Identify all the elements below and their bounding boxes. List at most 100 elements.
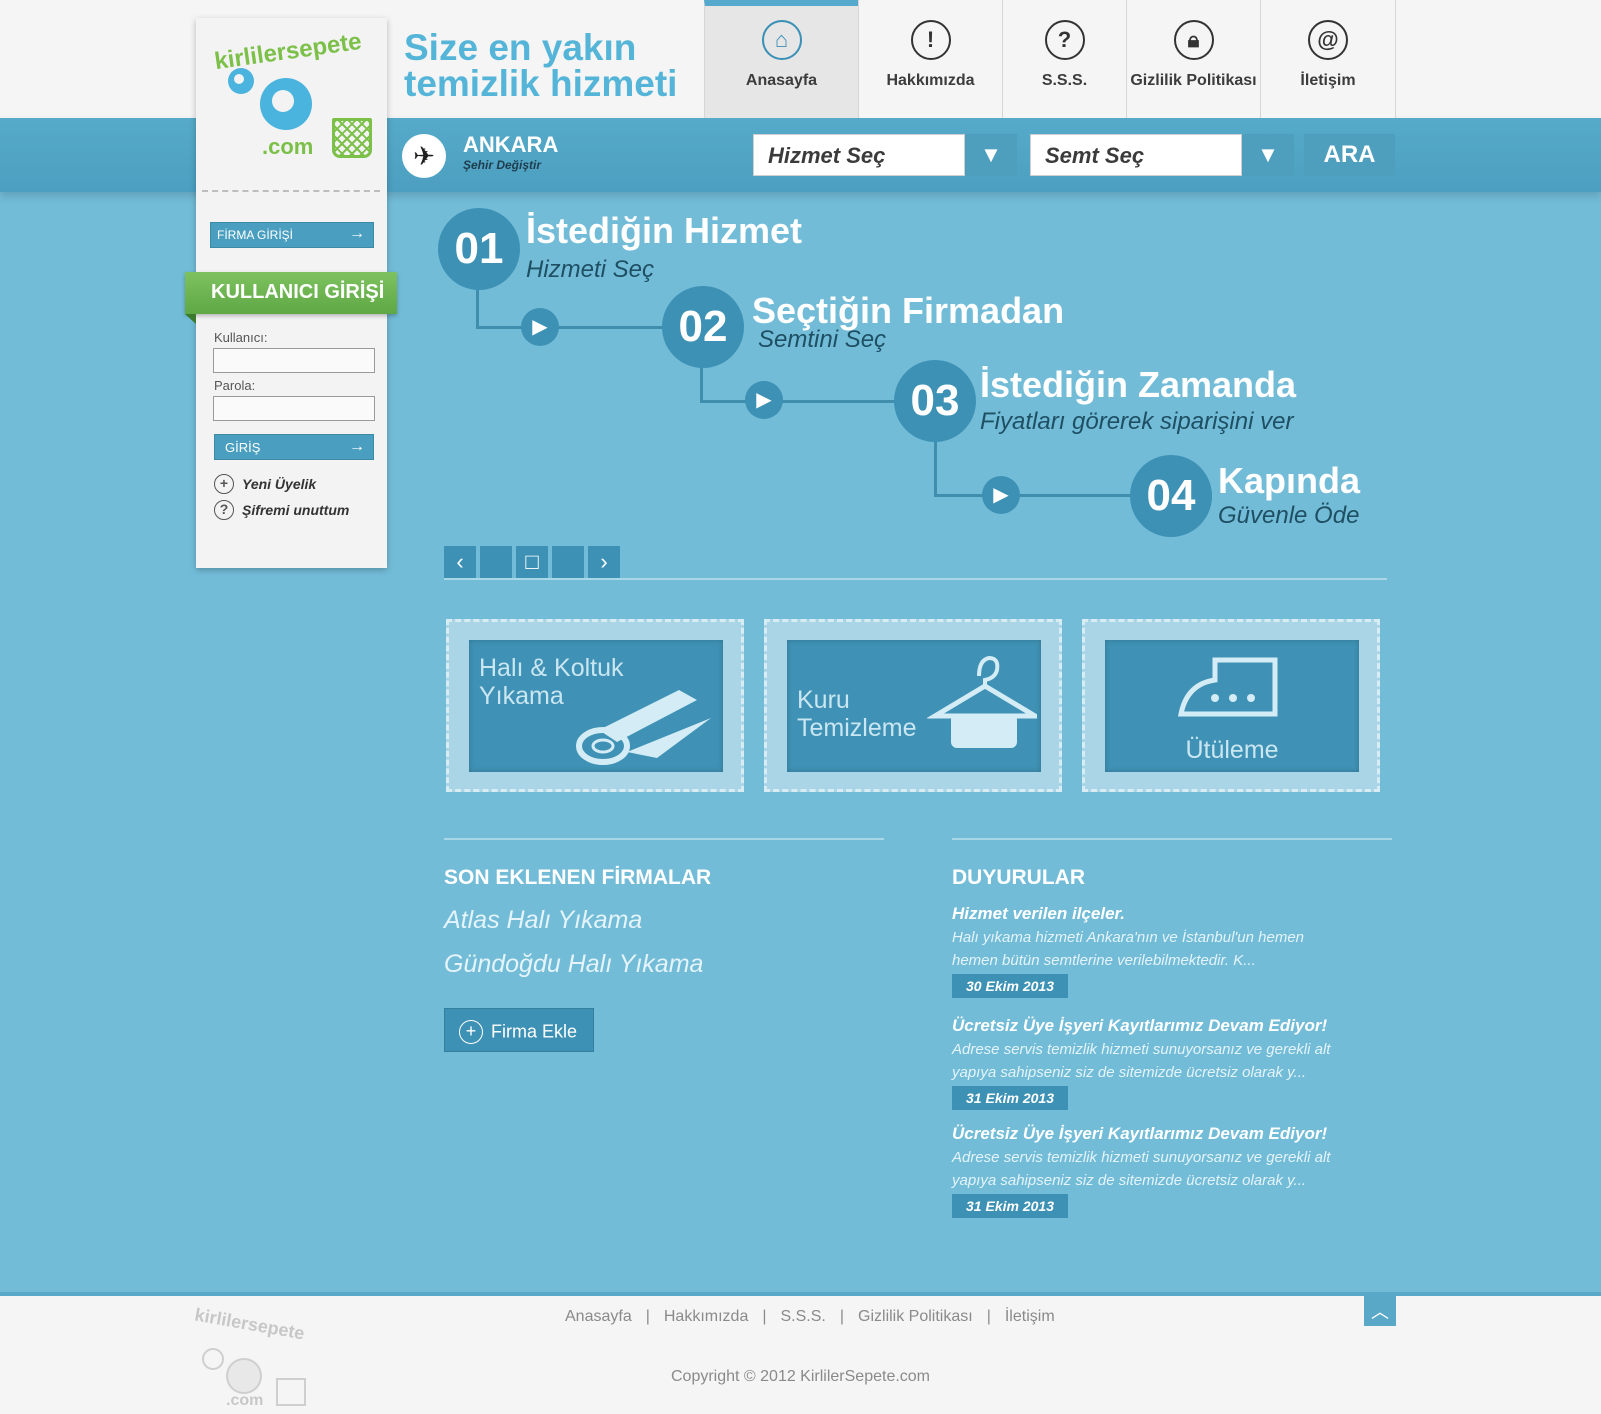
lock-icon: 🔒︎ xyxy=(1173,20,1214,60)
prev-slide-button[interactable]: ‹ xyxy=(444,546,476,578)
separator: | xyxy=(986,1308,991,1325)
firm-link[interactable]: Atlas Halı Yıkama xyxy=(444,906,642,935)
forgot-password-label: Şifremi unuttum xyxy=(242,502,350,518)
step-title: İstediğin Zamanda xyxy=(980,364,1297,405)
nav-item-iletisim[interactable]: @ İletişim xyxy=(1260,0,1396,118)
play-icon: ▶ xyxy=(982,476,1020,514)
plus-circle-icon: + xyxy=(459,1020,483,1044)
nav-label: Gizlilik Politikası xyxy=(1130,72,1257,89)
service-card-inner: Ütüleme xyxy=(1105,640,1359,772)
login-label: GİRİŞ xyxy=(225,440,261,455)
service-card-inner: Halı & Koltuk Yıkama xyxy=(469,640,723,772)
separator: | xyxy=(762,1308,767,1325)
service-card-kuru[interactable]: Kuru Temizleme xyxy=(764,619,1062,792)
announcement-date: 30 Ekim 2013 xyxy=(952,974,1068,998)
connector xyxy=(476,290,479,328)
connector xyxy=(700,366,703,402)
separator: | xyxy=(645,1308,650,1325)
firma-login-label: FİRMA GİRİŞİ xyxy=(217,228,294,242)
footer-logo-suffix: .com xyxy=(226,1392,264,1409)
city-name: ANKARA xyxy=(463,132,559,157)
firm-link[interactable]: Gündoğdu Halı Yıkama xyxy=(444,950,703,979)
announcement-line: yapıya sahipseniz siz de sitemizde ücret… xyxy=(952,1064,1307,1081)
announcement-title[interactable]: Ücretsiz Üye İşyeri Kayıtlarımız Devam E… xyxy=(952,1124,1327,1144)
announcement-text: Adrese servis temizlik hizmeti sunuyorsa… xyxy=(952,1146,1362,1192)
next-slide-button[interactable]: › xyxy=(588,546,620,578)
login-button[interactable]: GİRİŞ → xyxy=(214,434,374,460)
separator: | xyxy=(839,1308,845,1325)
chevron-down-icon[interactable]: ▼ xyxy=(965,134,1017,176)
question-icon: ? xyxy=(1044,20,1085,60)
new-member-link[interactable]: + Yeni Üyelik xyxy=(214,474,316,494)
bubble-icon xyxy=(260,78,312,130)
bubble-icon xyxy=(202,1348,224,1370)
nav-item-sss[interactable]: ? S.S.S. xyxy=(1002,0,1126,118)
new-member-label: Yeni Üyelik xyxy=(242,476,317,492)
tagline: Size en yakın temizlik hizmeti xyxy=(404,29,677,102)
service-select[interactable]: Hizmet Seç xyxy=(753,134,965,176)
slide-dot[interactable] xyxy=(480,546,512,578)
home-icon: ⌂ xyxy=(761,20,802,60)
password-field[interactable] xyxy=(213,396,375,421)
announcement-line: Halı yıkama hizmeti Ankara'nın ve İstanb… xyxy=(952,929,1305,946)
change-city-link[interactable]: Şehir Değiştir xyxy=(463,158,541,172)
service-card-utuleme[interactable]: Ütüleme xyxy=(1082,619,1380,792)
nav-item-hakkimizda[interactable]: ! Hakkımızda xyxy=(858,0,1002,118)
step-number: 01 xyxy=(438,208,520,290)
step-title: Kapında xyxy=(1218,460,1361,501)
main-nav: ⌂ Anasayfa ! Hakkımızda ? S.S.S. 🔒︎ Gizl… xyxy=(704,0,1396,118)
square-icon: □ xyxy=(525,549,539,574)
bubble-icon xyxy=(228,68,254,94)
nav-item-anasayfa[interactable]: ⌂ Anasayfa xyxy=(704,0,858,118)
plus-circle-icon: + xyxy=(214,474,234,494)
add-firm-button[interactable]: + Firma Ekle xyxy=(444,1008,594,1052)
service-card-hali[interactable]: Halı & Koltuk Yıkama xyxy=(446,619,744,792)
nav-item-gizlilik[interactable]: 🔒︎ Gizlilik Politikası xyxy=(1126,0,1260,118)
connector xyxy=(934,440,937,496)
announcement-title[interactable]: Hizmet verilen ilçeler. xyxy=(952,904,1125,924)
service-label: Ütüleme xyxy=(1185,736,1279,764)
rug-icon xyxy=(576,690,711,765)
chevron-down-icon[interactable]: ▼ xyxy=(1242,134,1294,176)
footer-link-hakkimizda[interactable]: Hakkımızda xyxy=(664,1308,748,1326)
nav-label: Anasayfa xyxy=(745,72,818,89)
step-number: 02 xyxy=(662,286,744,368)
footer-link-anasayfa[interactable]: Anasayfa xyxy=(565,1308,632,1326)
sidebar-panel: kirlilersepete .com FİRMA GİRİŞİ → KULLA… xyxy=(185,18,397,568)
plane-icon[interactable]: ✈ xyxy=(402,134,446,178)
password-label: Parola: xyxy=(214,378,256,393)
announcement-line: yapıya sahipseniz siz de sitemizde ücret… xyxy=(952,1172,1307,1189)
arrow-right-icon: → xyxy=(349,438,365,455)
divider xyxy=(202,190,380,192)
footer-link-sss[interactable]: S.S.S. xyxy=(781,1308,826,1326)
announcement-text: Adrese servis temizlik hizmeti sunuyorsa… xyxy=(952,1038,1362,1084)
back-to-top-button[interactable]: ︿ xyxy=(1364,1296,1396,1326)
username-field[interactable] xyxy=(213,348,375,373)
recent-firms-title: SON EKLENEN FİRMALAR xyxy=(444,866,712,889)
hanger-icon xyxy=(927,655,1037,748)
footer-logo-text: kirlilersepete xyxy=(193,1304,307,1344)
announcement-date: 31 Ekim 2013 xyxy=(952,1086,1068,1110)
footer-link-gizlilik[interactable]: Gizlilik Politikası xyxy=(858,1308,973,1326)
divider xyxy=(952,838,1392,840)
at-icon: @ xyxy=(1308,20,1348,60)
forgot-password-link[interactable]: ? Şifremi unuttum xyxy=(214,500,349,520)
firma-login-button[interactable]: FİRMA GİRİŞİ → xyxy=(210,222,374,248)
connector xyxy=(934,494,1134,497)
nav-label: Hakkımızda xyxy=(886,72,975,89)
slide-dot[interactable] xyxy=(552,546,584,578)
footer-logo[interactable]: kirlilersepete .com xyxy=(192,1304,322,1409)
announcement-text: Halı yıkama hizmeti Ankara'nın ve İstanb… xyxy=(952,926,1362,972)
search-button[interactable]: ARA xyxy=(1304,134,1395,176)
iron-icon xyxy=(1177,657,1278,717)
announcement-line: Adrese servis temizlik hizmeti sunuyorsa… xyxy=(952,1041,1331,1058)
announcement-title[interactable]: Ücretsiz Üye İşyeri Kayıtlarımız Devam E… xyxy=(952,1016,1327,1036)
step-number: 04 xyxy=(1130,455,1212,537)
divider xyxy=(444,578,1387,580)
district-select[interactable]: Semt Seç xyxy=(1030,134,1242,176)
footer-link-iletisim[interactable]: İletişim xyxy=(1005,1308,1055,1326)
announcements-title: DUYURULAR xyxy=(952,866,1085,889)
slide-dot-active[interactable]: □ xyxy=(516,546,548,578)
step-title: İstediğin Hizmet xyxy=(526,210,803,251)
copyright: Copyright © 2012 KirlilerSepete.com xyxy=(670,1368,931,1385)
